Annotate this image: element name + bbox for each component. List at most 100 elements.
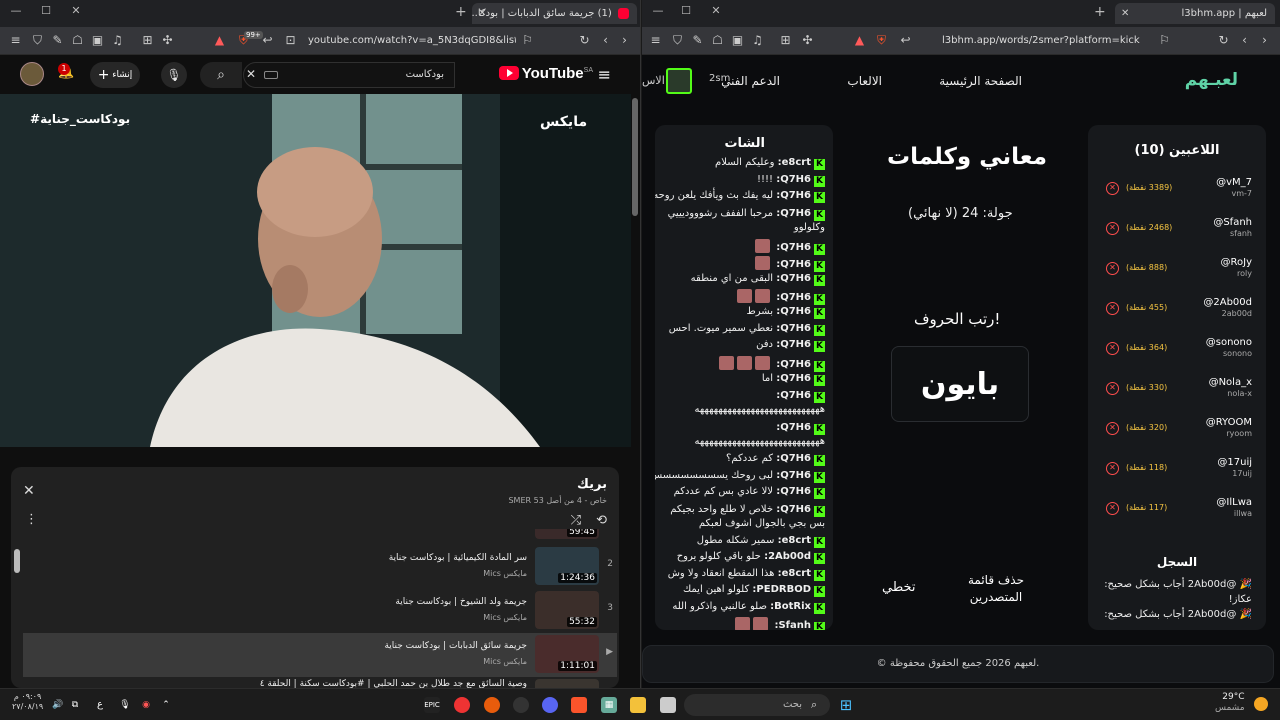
- new-tab-icon[interactable]: +: [455, 4, 467, 20]
- nav-home[interactable]: الصفحة الرئيسية: [939, 74, 1022, 88]
- discord-icon[interactable]: [542, 697, 558, 713]
- mic-icon[interactable]: 🎙: [117, 697, 133, 713]
- volume-icon[interactable]: 🔊: [50, 697, 66, 713]
- close-tab-icon[interactable]: ✕: [1121, 3, 1129, 24]
- site-info-icon[interactable]: ⊡: [283, 33, 298, 48]
- address-bar[interactable]: l3bhm.app/words/2smer?platform=kick: [932, 31, 1142, 51]
- chat-username[interactable]: Q7H6:: [776, 190, 811, 201]
- chat-username[interactable]: Q7H6:: [776, 259, 811, 270]
- window-icon[interactable]: [660, 697, 676, 713]
- bookmark-icon[interactable]: ☖: [70, 33, 85, 48]
- remove-player-icon[interactable]: ✕: [1106, 382, 1119, 395]
- extension-icon[interactable]: ✎: [690, 33, 705, 48]
- page-scrollbar[interactable]: [632, 98, 638, 216]
- chrome-icon[interactable]: [454, 697, 470, 713]
- sidebar-icon[interactable]: ▣: [90, 33, 105, 48]
- user-name[interactable]: 2sm: [709, 73, 730, 84]
- playlist-scrollbar[interactable]: [14, 549, 20, 573]
- tab-youtube[interactable]: (1) جريمة سائق الدبابات | بودكا... ✕: [472, 3, 637, 24]
- chat-username[interactable]: e8crt:: [778, 535, 811, 546]
- chat-username[interactable]: Q7H6:: [776, 422, 811, 433]
- youtube-menu-icon[interactable]: ≡: [598, 65, 611, 84]
- steam-icon[interactable]: [513, 697, 529, 713]
- forward-icon[interactable]: ›: [617, 33, 632, 48]
- list-item-current[interactable]: ▶ 1:11:01 جريمة سائق الدبابات | بودكاست …: [23, 633, 617, 677]
- close-window-icon[interactable]: ✕: [68, 4, 84, 20]
- list-item[interactable]: 59:45: [23, 529, 617, 541]
- share-icon[interactable]: ↩: [898, 33, 913, 48]
- maximize-icon[interactable]: ☐: [678, 4, 694, 20]
- chat-username[interactable]: e8crt:: [778, 568, 811, 579]
- sidebar-icon[interactable]: ▣: [730, 33, 745, 48]
- start-icon[interactable]: ⊞: [838, 697, 854, 713]
- keyboard-icon[interactable]: [264, 71, 278, 79]
- puzzle-icon[interactable]: ✣: [800, 33, 815, 48]
- screenshot-icon[interactable]: ⊞: [778, 33, 793, 48]
- shuffle-icon[interactable]: ⤮: [571, 513, 581, 528]
- menu-icon[interactable]: ≡: [648, 33, 663, 48]
- address-bar[interactable]: youtube.com/watch?v=a_5N3dqGDI8&list...: [298, 31, 516, 51]
- playlist-title[interactable]: بريك: [577, 477, 607, 492]
- network-icon[interactable]: ⧉: [67, 697, 83, 713]
- back-icon[interactable]: ‹: [598, 33, 613, 48]
- chat-username[interactable]: Q7H6:: [776, 504, 811, 515]
- puzzle-icon[interactable]: ✣: [160, 33, 175, 48]
- chat-username[interactable]: Sfanh:: [774, 620, 811, 630]
- chat-username[interactable]: PEDRBOD:: [752, 584, 811, 595]
- chat-username[interactable]: Q7H6:: [776, 390, 811, 401]
- create-button[interactable]: + إنشاء: [90, 62, 140, 88]
- app-logo[interactable]: لعبـهم: [1185, 70, 1238, 90]
- folder-icon[interactable]: [630, 697, 646, 713]
- chat-username[interactable]: Q7H6:: [776, 306, 811, 317]
- remove-player-icon[interactable]: ✕: [1106, 502, 1119, 515]
- chat-username[interactable]: Q7H6:: [776, 359, 811, 370]
- remove-player-icon[interactable]: ✕: [1106, 222, 1119, 235]
- video-player[interactable]: #بودكاست_جناية مايكس: [0, 94, 631, 447]
- bookmark-page-icon[interactable]: ⚐: [1157, 33, 1172, 48]
- close-window-icon[interactable]: ✕: [708, 4, 724, 20]
- remove-player-icon[interactable]: ✕: [1106, 262, 1119, 275]
- search-input[interactable]: بحث: [684, 694, 830, 716]
- brave-icon[interactable]: [571, 697, 587, 713]
- weather[interactable]: 29°C مشمس: [1215, 692, 1245, 714]
- chevron-up-icon[interactable]: ⌃: [158, 697, 174, 713]
- reload-icon[interactable]: ↻: [1216, 33, 1231, 48]
- store-icon[interactable]: ▦: [601, 697, 617, 713]
- clear-leaderboard-button[interactable]: حذف قائمة المتصدرين: [967, 572, 1025, 606]
- brave-rewards-icon[interactable]: ▲: [212, 33, 227, 48]
- chat-username[interactable]: Q7H6:: [776, 174, 811, 185]
- back-icon[interactable]: ‹: [1237, 33, 1252, 48]
- remove-player-icon[interactable]: ✕: [1106, 422, 1119, 435]
- chat-username[interactable]: 2Ab00d:: [764, 551, 811, 562]
- input-language[interactable]: ع: [92, 697, 108, 713]
- menu-icon[interactable]: ≡: [8, 33, 23, 48]
- brave-rewards-icon[interactable]: ▲: [852, 33, 867, 48]
- youtube-search-button[interactable]: ⌕: [200, 62, 242, 88]
- minimize-icon[interactable]: —: [8, 4, 24, 20]
- tab-l3bhm[interactable]: لعبهم | l3bhm.app ✕: [1115, 3, 1275, 24]
- loop-icon[interactable]: ⟲: [596, 513, 607, 528]
- chat-username[interactable]: Q7H6:: [776, 208, 811, 219]
- bookmark-icon[interactable]: ☖: [710, 33, 725, 48]
- list-item[interactable]: 2 1:24:36 سر المادة الكيميائية | بودكاست…: [23, 545, 617, 589]
- chat-username[interactable]: BotRix:: [770, 601, 811, 612]
- more-options-icon[interactable]: ⋮: [25, 512, 38, 527]
- chat-username[interactable]: Q7H6:: [776, 292, 811, 303]
- clock[interactable]: ٠٩:٠٩ م ٢٧/٠٨/١٩: [12, 692, 43, 712]
- close-playlist-icon[interactable]: ✕: [23, 483, 35, 499]
- new-tab-icon[interactable]: +: [1094, 4, 1106, 20]
- chat-username[interactable]: Q7H6:: [776, 323, 811, 334]
- reload-icon[interactable]: ↻: [577, 33, 592, 48]
- chat-username[interactable]: Q7H6:: [776, 486, 811, 497]
- voice-search-icon[interactable]: 🎙: [161, 62, 187, 88]
- chat-username[interactable]: Q7H6:: [776, 470, 811, 481]
- music-icon[interactable]: ♫: [110, 33, 125, 48]
- remove-player-icon[interactable]: ✕: [1106, 462, 1119, 475]
- epic-games-icon[interactable]: EPIC: [424, 697, 440, 713]
- chat-username[interactable]: Q7H6:: [776, 273, 811, 284]
- extension-icon[interactable]: ✎: [50, 33, 65, 48]
- share-icon[interactable]: ↩: [260, 33, 275, 48]
- skip-button[interactable]: تخطي: [882, 580, 916, 595]
- nav-extra[interactable]: الاس: [642, 74, 665, 87]
- shield-icon[interactable]: ⛉: [30, 33, 45, 48]
